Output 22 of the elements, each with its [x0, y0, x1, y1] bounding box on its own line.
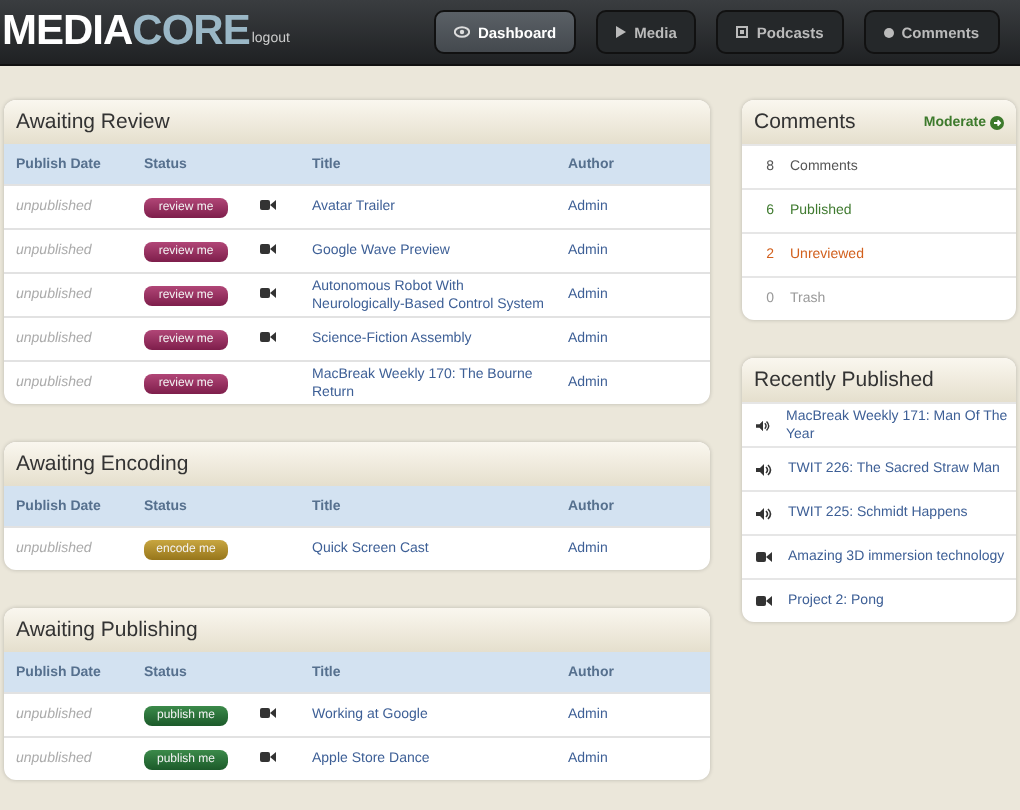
video-camera-icon	[260, 244, 276, 254]
play-icon	[616, 26, 627, 38]
video-camera-icon	[260, 288, 276, 298]
logo: MEDIACORE	[2, 8, 250, 56]
eye-icon	[453, 26, 470, 38]
video-camera-icon	[260, 708, 276, 718]
video-camera-icon	[260, 200, 276, 210]
video-camera-icon	[260, 332, 276, 342]
speaker-icon	[756, 463, 772, 475]
speaker-icon	[756, 507, 772, 519]
speaker-icon	[756, 419, 771, 431]
panel-title: Awaiting Review	[16, 110, 170, 134]
video-camera-icon	[756, 552, 772, 562]
panel-title: Awaiting Encoding	[16, 452, 189, 476]
video-camera-icon	[260, 752, 276, 762]
panel-title: Awaiting Publishing	[16, 618, 198, 642]
dot-icon	[883, 27, 894, 37]
panel-title: Comments	[754, 110, 856, 134]
arrow-circle-icon	[990, 115, 1004, 129]
square-icon	[736, 26, 749, 38]
video-camera-icon	[756, 596, 772, 606]
panel-title: Recently Published	[754, 368, 934, 392]
